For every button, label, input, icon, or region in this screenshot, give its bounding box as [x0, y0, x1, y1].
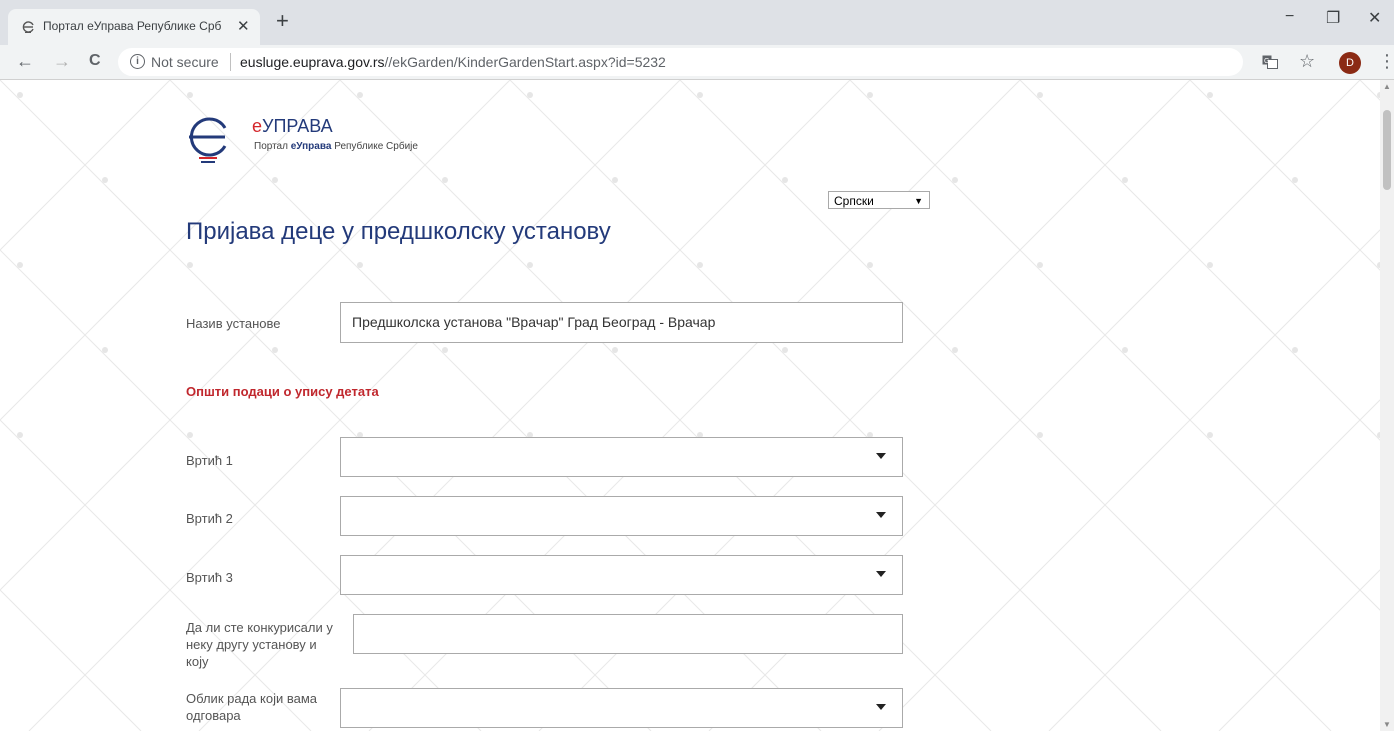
euprava-favicon-icon [22, 21, 34, 33]
brand-name: еУПРАВА [252, 116, 333, 137]
section-title: Општи подаци о упису детата [186, 384, 379, 399]
work-form-select[interactable] [340, 688, 903, 728]
reload-button[interactable]: C [89, 52, 101, 70]
page-content: еУПРАВА Портал еУправа Републике Србије … [0, 80, 1380, 731]
kindergarten-1-select[interactable] [340, 437, 903, 477]
browser-toolbar: ← → C i Not secure eusluge.euprava.gov.r… [0, 45, 1394, 80]
new-tab-button[interactable]: + [276, 10, 289, 32]
institution-value: Предшколска установа "Врачар" Град Беогр… [352, 314, 716, 330]
work-form-label: Облик рада који вама одговара [186, 691, 317, 723]
restore-button[interactable]: ❐ [1326, 8, 1340, 28]
tab-strip: Портал еУправа Републике Срб ✕ + − ❐ ✕ [0, 0, 1394, 45]
tab-close-icon[interactable]: ✕ [237, 17, 250, 35]
scroll-up-icon[interactable]: ▲ [1383, 82, 1391, 91]
back-button[interactable]: ← [16, 51, 34, 72]
institution-label: Назив установе [186, 316, 281, 331]
url-path: //ekGarden/KinderGardenStart.aspx?id=523… [384, 54, 666, 70]
kindergarten-2-select[interactable] [340, 496, 903, 536]
address-bar[interactable]: i Not secure eusluge.euprava.gov.rs//ekG… [118, 48, 1243, 76]
translate-icon[interactable]: G [1262, 55, 1278, 69]
kindergarten-3-select[interactable] [340, 555, 903, 595]
other-institution-input[interactable] [353, 614, 903, 654]
chevron-down-icon [876, 512, 886, 518]
security-status[interactable]: Not secure [151, 54, 219, 70]
brand-rest: УПРАВА [262, 116, 333, 136]
star-icon[interactable]: ☆ [1299, 51, 1315, 72]
svg-text:G: G [1264, 58, 1269, 65]
info-icon[interactable]: i [130, 54, 145, 69]
chevron-down-icon: ▼ [914, 196, 923, 206]
page-scrollbar[interactable]: ▲ ▼ [1380, 80, 1394, 731]
brand-tagline: Портал еУправа Републике Србије [254, 141, 418, 152]
url-host: eusluge.euprava.gov.rs [240, 54, 385, 70]
language-value: Српски [834, 194, 874, 208]
other-institution-label: Да ли сте конкурисали у неку другу устан… [186, 620, 333, 669]
tagline-bold: еУправа [290, 141, 332, 152]
close-window-button[interactable]: ✕ [1368, 8, 1381, 28]
minimize-button[interactable]: − [1285, 8, 1294, 26]
institution-field[interactable]: Предшколска установа "Врачар" Град Беогр… [340, 302, 903, 343]
tagline-post: Републике Србије [331, 141, 418, 152]
tab-title: Портал еУправа Републике Срб [43, 19, 222, 33]
scroll-down-icon[interactable]: ▼ [1383, 720, 1391, 729]
address-divider [230, 53, 231, 71]
url-text[interactable]: eusluge.euprava.gov.rs//ekGarden/KinderG… [240, 54, 666, 70]
brand-prefix: е [252, 116, 263, 136]
chevron-down-icon [876, 704, 886, 710]
language-select[interactable]: Српски ▼ [828, 191, 930, 209]
chevron-down-icon [876, 453, 886, 459]
kindergarten-2-label: Вртић 2 [186, 511, 233, 526]
forward-button[interactable]: → [53, 51, 71, 72]
kindergarten-1-label: Вртић 1 [186, 453, 233, 468]
profile-avatar[interactable]: D [1339, 52, 1361, 74]
menu-icon[interactable]: ⋮ [1378, 51, 1394, 72]
kindergarten-3-label: Вртић 3 [186, 570, 233, 585]
euprava-logo-icon [189, 117, 227, 163]
page-title: Пријава деце у предшколску установу [186, 218, 611, 245]
browser-tab[interactable]: Портал еУправа Републике Срб ✕ [8, 9, 260, 45]
tagline-pre: Портал [254, 141, 291, 152]
chevron-down-icon [876, 571, 886, 577]
scrollbar-thumb[interactable] [1383, 110, 1391, 190]
